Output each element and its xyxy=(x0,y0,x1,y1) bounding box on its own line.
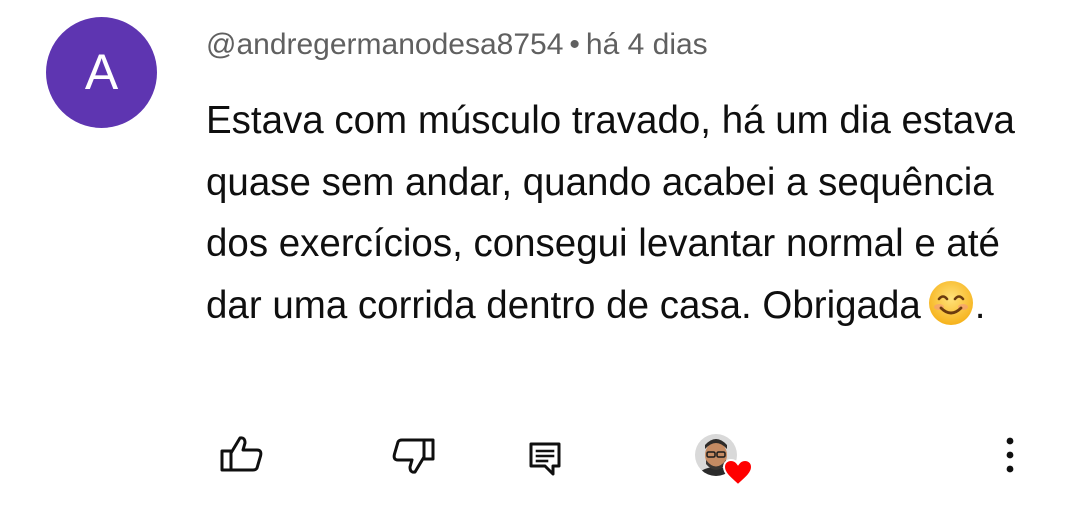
timestamp[interactable]: há 4 dias xyxy=(586,28,708,61)
username[interactable]: @andregermanodesa8754 xyxy=(206,28,563,61)
thumbs-up-icon[interactable] xyxy=(218,432,264,474)
avatar-letter: A xyxy=(84,44,119,100)
reply-icon[interactable] xyxy=(528,441,562,477)
avatar[interactable]: A xyxy=(46,17,157,128)
comment-header: @andregermanodesa8754 • há 4 dias xyxy=(206,25,708,65)
creator-heart-badge[interactable] xyxy=(694,433,754,487)
comment-text: Estava com músculo travado, há um dia es… xyxy=(206,90,1026,336)
comment-end-period: . xyxy=(974,283,986,327)
heart-icon xyxy=(722,458,754,487)
separator-dot: • xyxy=(569,28,580,61)
comment-body: Estava com músculo travado, há um dia es… xyxy=(206,99,1015,327)
thumbs-down-icon[interactable] xyxy=(391,436,437,478)
more-vert-icon[interactable] xyxy=(998,434,1022,478)
comment-item: A @andregermanodesa8754 • há 4 dias Estava… xyxy=(0,0,1079,514)
smiling-face-emoji xyxy=(927,279,975,327)
